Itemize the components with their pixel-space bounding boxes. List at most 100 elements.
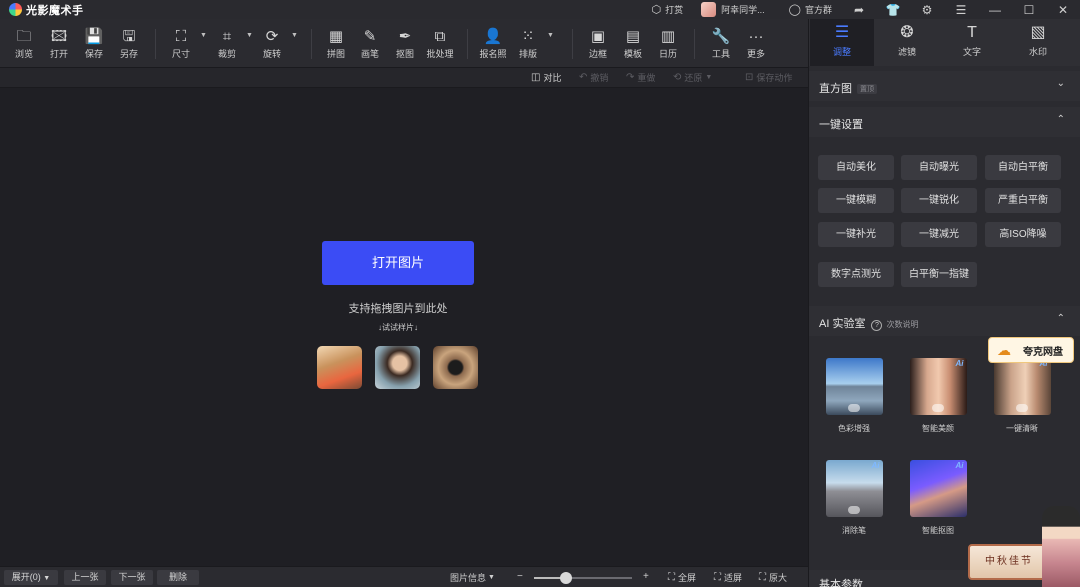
image-info-button[interactable]: 图片信息 ▼ — [450, 571, 495, 584]
id-photo-button[interactable]: 👤 报名照 — [476, 27, 510, 60]
reduce-light-button[interactable]: 一键减光 — [901, 222, 977, 247]
next-button[interactable]: 下一张 — [111, 570, 153, 585]
sample-image-1[interactable] — [317, 346, 362, 389]
ai-lab-section-header[interactable]: AI 实验室? 次数说明 ⌃ — [809, 306, 1080, 336]
more-button[interactable]: ··· 更多 — [739, 27, 773, 60]
maximize-icon[interactable]: ☐ — [1012, 3, 1046, 17]
sample-image-2[interactable] — [375, 346, 420, 389]
minimize-icon[interactable]: — — [978, 3, 1012, 17]
auto-white-balance-button[interactable]: 自动白平衡 — [985, 155, 1061, 180]
open-label: 打开 — [49, 49, 68, 59]
settings-icon[interactable]: ⚙ — [910, 3, 944, 17]
auto-beautify-button[interactable]: 自动美化 — [818, 155, 894, 180]
histogram-section-header[interactable]: 直方图 置顶 ⌄ — [809, 71, 1080, 101]
high-iso-denoise-button[interactable]: 高ISO降噪 — [985, 222, 1061, 247]
sub-toolbar: ◫ 对比 ↶ 撤销 ↷ 重做 ⟲ 还原 ▼ ⊡ 保存动作 — [0, 68, 808, 88]
tab-adjust[interactable]: ☰ 调整 — [810, 19, 874, 66]
reward-button[interactable]: ⬡ 打赏 — [652, 3, 684, 16]
compare-button[interactable]: ◫ 对比 — [531, 71, 561, 84]
tools-button[interactable]: 🔧 工具 — [704, 27, 738, 60]
size-dropdown-icon[interactable]: ▼ — [200, 32, 207, 39]
save-button[interactable]: 💾 保存 — [77, 27, 111, 60]
close-icon[interactable]: ✕ — [1046, 3, 1080, 17]
share-icon[interactable]: ➦ — [842, 3, 876, 17]
redo-button[interactable]: ↷ 重做 — [626, 71, 655, 84]
cloud-drive-widget[interactable]: ☁ 夸克网盘 — [988, 337, 1074, 363]
size-button[interactable]: ⛶ 尺寸 — [164, 27, 198, 60]
sample-image-3[interactable] — [433, 346, 478, 389]
ai-beauty-preview: Ai — [909, 358, 967, 415]
ai-sharpen-card[interactable]: Ai 一键清晰 — [991, 358, 1053, 434]
official-group-button[interactable]: ◯ 官方群 — [789, 3, 832, 16]
ai-eraser-card[interactable]: Ai 消除笔 — [823, 460, 885, 536]
border-button[interactable]: ▣ 边框 — [581, 27, 615, 60]
menu-icon[interactable]: ☰ — [944, 3, 978, 17]
fit-screen-button[interactable]: ⛶ 适屏 — [714, 571, 742, 584]
pin-top-tag[interactable]: 置顶 — [857, 84, 877, 94]
rotate-dropdown-icon[interactable]: ▼ — [291, 32, 298, 39]
user-account[interactable]: 阿幸同学... — [701, 2, 765, 17]
ai-cutout-preview: Ai — [909, 460, 967, 517]
fill-light-button[interactable]: 一键补光 — [818, 222, 894, 247]
crop-button[interactable]: ⌗ 裁剪 — [210, 27, 244, 60]
chat-icon: ◯ — [788, 4, 801, 16]
batch-icon: ⧉ — [434, 28, 446, 45]
original-size-icon: ⛶ — [759, 572, 766, 583]
template-button[interactable]: ▤ 模板 — [616, 27, 650, 60]
ai-color-enhance-card[interactable]: 色彩增强 — [823, 358, 885, 434]
expand-button[interactable]: 展开(0) ▼ — [4, 570, 58, 585]
calendar-button[interactable]: ▥ 日历 — [651, 27, 685, 60]
id-photo-label: 报名照 — [479, 49, 507, 59]
browse-button[interactable]: 🗀 浏览 — [7, 27, 41, 60]
compare-eye-icon — [848, 506, 860, 514]
brush-button[interactable]: ✎ 画笔 — [353, 27, 387, 60]
open-button[interactable]: 🖾 打开 — [42, 27, 76, 60]
one-click-sharpen-button[interactable]: 一键锐化 — [901, 188, 977, 213]
help-icon[interactable]: ? — [871, 320, 883, 331]
festival-banner: 中秋佳节 — [968, 544, 1050, 580]
zoom-slider-handle[interactable] — [560, 572, 572, 584]
layout-button[interactable]: ⁙ 排版 — [511, 27, 545, 60]
undo-button[interactable]: ↶ 撤销 — [579, 71, 608, 84]
tab-filter-label: 滤镜 — [897, 47, 916, 57]
original-size-button[interactable]: ⛶ 原大 — [759, 571, 787, 584]
filter-icon: ❂ — [900, 24, 914, 41]
rotate-button[interactable]: ⟳ 旋转 — [255, 27, 289, 60]
layout-dropdown-icon[interactable]: ▼ — [547, 32, 554, 39]
one-click-blur-button[interactable]: 一键模糊 — [818, 188, 894, 213]
ai-beauty-card[interactable]: Ai 智能美颜 — [907, 358, 969, 434]
spot-metering-button[interactable]: 数字点测光 — [818, 262, 894, 287]
save-as-button[interactable]: 🖫 另存 — [112, 27, 146, 60]
tab-filter[interactable]: ❂ 滤镜 — [875, 19, 939, 66]
strict-white-balance-button[interactable]: 严重白平衡 — [985, 188, 1061, 213]
image-info-label: 图片信息 — [450, 573, 487, 583]
zoom-slider[interactable] — [534, 572, 632, 584]
crop-dropdown-icon[interactable]: ▼ — [246, 32, 253, 39]
zoom-in-button[interactable]: + — [643, 571, 652, 582]
skin-icon[interactable]: 👕 — [876, 3, 910, 17]
restore-button[interactable]: ⟲ 还原 ▼ — [673, 71, 712, 84]
collage-button[interactable]: ▦ 拼图 — [319, 27, 353, 60]
cutout-button[interactable]: ✒ 抠图 — [388, 27, 422, 60]
image-canvas[interactable]: 打开图片 支持拖拽图片到此处 ↓试试样片↓ — [0, 89, 808, 566]
one-click-section-header[interactable]: 一键设置 ⌃ — [809, 107, 1080, 137]
resize-icon: ⛶ — [175, 28, 187, 45]
auto-exposure-button[interactable]: 自动曝光 — [901, 155, 977, 180]
redo-label: 重做 — [637, 73, 656, 83]
template-label: 模板 — [623, 49, 642, 59]
open-image-button[interactable]: 打开图片 — [322, 241, 474, 285]
ai-cutout-card[interactable]: Ai 智能抠图 — [907, 460, 969, 536]
save-as-icon: 🖫 — [122, 28, 136, 45]
fullscreen-button[interactable]: ⛶ 全屏 — [668, 571, 696, 584]
zoom-out-button[interactable]: − — [517, 571, 526, 582]
save-action-button[interactable]: ⊡ 保存动作 — [745, 71, 792, 84]
tab-text[interactable]: T 文字 — [940, 19, 1004, 66]
white-balance-finger-button[interactable]: 白平衡一指键 — [901, 262, 977, 287]
delete-button[interactable]: 删除 — [157, 570, 199, 585]
usage-help-link[interactable]: 次数说明 — [886, 320, 918, 329]
batch-button[interactable]: ⧉ 批处理 — [423, 27, 457, 60]
prev-button[interactable]: 上一张 — [64, 570, 106, 585]
tab-watermark[interactable]: ▧ 水印 — [1006, 19, 1070, 66]
plus-icon: + — [643, 571, 649, 582]
festival-mascot-widget[interactable]: 中秋佳节 — [968, 506, 1080, 587]
